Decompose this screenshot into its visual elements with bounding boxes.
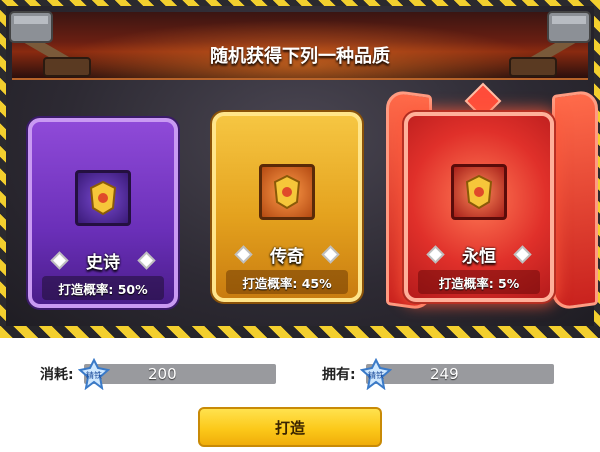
rarity-row: 传奇 xyxy=(216,242,358,267)
quality-card-eternal[interactable]: 永恒 打造概率: 5% xyxy=(404,112,554,302)
forge-button[interactable]: 打造 xyxy=(198,407,382,447)
panel-title: 随机获得下列一种品质 xyxy=(210,46,390,67)
forge-rate: 打造概率: 5% xyxy=(418,270,540,294)
cost-label: 消耗: xyxy=(40,367,74,383)
rarity-row: 史诗 xyxy=(32,248,174,273)
title-banner: 随机获得下列一种品质 xyxy=(12,12,588,80)
quality-card-legendary[interactable]: 传奇 打造概率: 45% xyxy=(212,112,362,302)
diamond-icon xyxy=(321,245,340,264)
hazard-stripe xyxy=(0,326,600,338)
cost-value: 200 xyxy=(148,365,177,383)
rarity-name: 传奇 xyxy=(270,247,304,267)
rarity-name: 史诗 xyxy=(86,253,120,273)
armor-icon xyxy=(465,174,493,210)
item-slot xyxy=(451,164,507,220)
diamond-icon xyxy=(234,245,253,264)
diamond-icon xyxy=(513,245,532,264)
eternal-wing-right xyxy=(552,88,598,312)
item-slot xyxy=(75,170,131,226)
resource-icon-text: 精铁 xyxy=(368,370,384,380)
forge-rate: 打造概率: 45% xyxy=(226,270,348,294)
refined-iron-icon: 精铁 xyxy=(360,358,392,390)
item-slot xyxy=(259,164,315,220)
rarity-name: 永恒 xyxy=(462,247,496,267)
refined-iron-icon: 精铁 xyxy=(78,358,110,390)
owned-bar: 精铁 249 xyxy=(360,358,554,390)
quality-panel: 随机获得下列一种品质 史诗 打造概率: 50% 传奇 打造概率: 45% 永恒 … xyxy=(0,0,600,338)
owned-label: 拥有: xyxy=(322,367,356,383)
quality-card-epic[interactable]: 史诗 打造概率: 50% xyxy=(28,118,178,308)
hammer-icon xyxy=(509,11,591,77)
diamond-icon xyxy=(426,245,445,264)
diamond-icon xyxy=(50,251,69,270)
hammer-icon xyxy=(9,11,91,77)
owned-value: 249 xyxy=(430,365,459,383)
diamond-icon xyxy=(137,251,156,270)
rarity-row: 永恒 xyxy=(408,242,550,267)
cost-bar: 精铁 200 xyxy=(78,358,276,390)
armor-icon xyxy=(273,174,301,210)
armor-icon xyxy=(89,180,117,216)
forge-rate: 打造概率: 50% xyxy=(42,276,164,300)
resource-icon-text: 精铁 xyxy=(86,370,102,380)
